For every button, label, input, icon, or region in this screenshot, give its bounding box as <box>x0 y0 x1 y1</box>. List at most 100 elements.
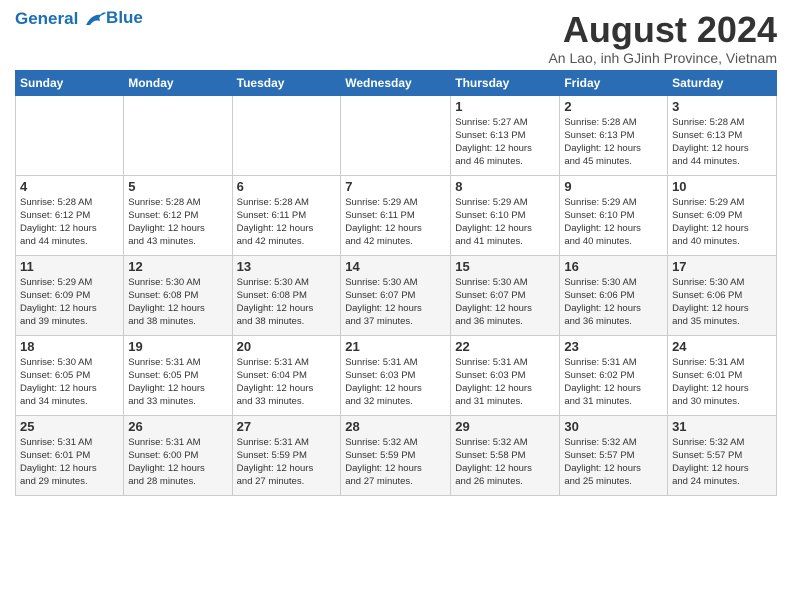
day-info: Sunrise: 5:29 AMSunset: 6:09 PMDaylight:… <box>20 276 119 329</box>
day-number: 21 <box>345 339 446 354</box>
calendar-cell <box>124 95 232 175</box>
day-info: Sunrise: 5:28 AMSunset: 6:12 PMDaylight:… <box>128 196 227 249</box>
day-info: Sunrise: 5:30 AMSunset: 6:08 PMDaylight:… <box>237 276 337 329</box>
day-info: Sunrise: 5:30 AMSunset: 6:05 PMDaylight:… <box>20 356 119 409</box>
logo-text: General Blue <box>15 10 143 29</box>
day-number: 15 <box>455 259 555 274</box>
day-number: 26 <box>128 419 227 434</box>
calendar-cell: 10Sunrise: 5:29 AMSunset: 6:09 PMDayligh… <box>668 175 777 255</box>
week-row-1: 1 Sunrise: 5:27 AMSunset: 6:13 PMDaylight… <box>16 95 777 175</box>
calendar-cell <box>16 95 124 175</box>
header-sunday: Sunday <box>16 70 124 95</box>
day-info: Sunrise: 5:31 AMSunset: 6:02 PMDaylight:… <box>564 356 663 409</box>
calendar-cell: 22 Sunrise: 5:31 AMSunset: 6:03 PMDayligh… <box>451 335 560 415</box>
calendar-cell: 12 Sunrise: 5:30 AMSunset: 6:08 PMDayligh… <box>124 255 232 335</box>
day-number: 23 <box>564 339 663 354</box>
day-info: Sunrise: 5:29 AMSunset: 6:11 PMDaylight:… <box>345 196 446 249</box>
calendar-cell: 28 Sunrise: 5:32 AMSunset: 5:59 PMDayligh… <box>341 415 451 495</box>
day-number: 1 <box>455 99 555 114</box>
calendar-cell: 9 Sunrise: 5:29 AMSunset: 6:10 PMDaylight… <box>560 175 668 255</box>
calendar-cell: 7 Sunrise: 5:29 AMSunset: 6:11 PMDaylight… <box>341 175 451 255</box>
calendar-cell: 5 Sunrise: 5:28 AMSunset: 6:12 PMDaylight… <box>124 175 232 255</box>
day-number: 6 <box>237 179 337 194</box>
day-info: Sunrise: 5:31 AMSunset: 6:00 PMDaylight:… <box>128 436 227 489</box>
page-container: General Blue August 2024 An Lao, inh GJi… <box>0 0 792 506</box>
day-info: Sunrise: 5:30 AMSunset: 6:06 PMDaylight:… <box>564 276 663 329</box>
day-info: Sunrise: 5:30 AMSunset: 6:08 PMDaylight:… <box>128 276 227 329</box>
calendar-cell: 2 Sunrise: 5:28 AMSunset: 6:13 PMDaylight… <box>560 95 668 175</box>
calendar-cell: 3Sunrise: 5:28 AMSunset: 6:13 PMDaylight… <box>668 95 777 175</box>
day-info: Sunrise: 5:32 AMSunset: 5:59 PMDaylight:… <box>345 436 446 489</box>
day-info: Sunrise: 5:32 AMSunset: 5:57 PMDaylight:… <box>564 436 663 489</box>
calendar-cell: 31 Sunrise: 5:32 AMSunset: 5:57 PMDayligh… <box>668 415 777 495</box>
day-info: Sunrise: 5:29 AMSunset: 6:09 PMDaylight:… <box>672 196 772 249</box>
day-info: Sunrise: 5:27 AMSunset: 6:13 PMDaylight:… <box>455 116 555 169</box>
week-row-4: 18Sunrise: 5:30 AMSunset: 6:05 PMDayligh… <box>16 335 777 415</box>
day-number: 30 <box>564 419 663 434</box>
month-title: August 2024 <box>548 10 777 50</box>
calendar-cell: 26 Sunrise: 5:31 AMSunset: 6:00 PMDayligh… <box>124 415 232 495</box>
calendar-table: Sunday Monday Tuesday Wednesday Thursday… <box>15 70 777 496</box>
day-info: Sunrise: 5:29 AMSunset: 6:10 PMDaylight:… <box>564 196 663 249</box>
day-number: 13 <box>237 259 337 274</box>
title-block: August 2024 An Lao, inh GJinh Province, … <box>548 10 777 66</box>
day-number: 2 <box>564 99 663 114</box>
header-saturday: Saturday <box>668 70 777 95</box>
header-wednesday: Wednesday <box>341 70 451 95</box>
logo-general: General <box>15 9 78 28</box>
logo: General Blue <box>15 10 143 29</box>
header-monday: Monday <box>124 70 232 95</box>
day-info: Sunrise: 5:30 AMSunset: 6:06 PMDaylight:… <box>672 276 772 329</box>
day-number: 16 <box>564 259 663 274</box>
day-info: Sunrise: 5:31 AMSunset: 6:01 PMDaylight:… <box>672 356 772 409</box>
week-row-5: 25Sunrise: 5:31 AMSunset: 6:01 PMDayligh… <box>16 415 777 495</box>
header-friday: Friday <box>560 70 668 95</box>
day-number: 7 <box>345 179 446 194</box>
header-tuesday: Tuesday <box>232 70 341 95</box>
calendar-cell <box>341 95 451 175</box>
calendar-cell: 18Sunrise: 5:30 AMSunset: 6:05 PMDayligh… <box>16 335 124 415</box>
calendar-cell: 30 Sunrise: 5:32 AMSunset: 5:57 PMDayligh… <box>560 415 668 495</box>
day-info: Sunrise: 5:30 AMSunset: 6:07 PMDaylight:… <box>345 276 446 329</box>
day-number: 8 <box>455 179 555 194</box>
calendar-cell: 17 Sunrise: 5:30 AMSunset: 6:06 PMDayligh… <box>668 255 777 335</box>
day-number: 25 <box>20 419 119 434</box>
weekday-header-row: Sunday Monday Tuesday Wednesday Thursday… <box>16 70 777 95</box>
page-header: General Blue August 2024 An Lao, inh GJi… <box>15 10 777 66</box>
day-number: 29 <box>455 419 555 434</box>
day-info: Sunrise: 5:31 AMSunset: 6:03 PMDaylight:… <box>455 356 555 409</box>
day-number: 5 <box>128 179 227 194</box>
logo-blue: Blue <box>106 9 143 28</box>
day-info: Sunrise: 5:32 AMSunset: 5:57 PMDaylight:… <box>672 436 772 489</box>
day-number: 24 <box>672 339 772 354</box>
day-info: Sunrise: 5:28 AMSunset: 6:12 PMDaylight:… <box>20 196 119 249</box>
day-info: Sunrise: 5:28 AMSunset: 6:13 PMDaylight:… <box>564 116 663 169</box>
day-number: 31 <box>672 419 772 434</box>
day-number: 22 <box>455 339 555 354</box>
calendar-cell: 27 Sunrise: 5:31 AMSunset: 5:59 PMDayligh… <box>232 415 341 495</box>
calendar-cell: 1 Sunrise: 5:27 AMSunset: 6:13 PMDaylight… <box>451 95 560 175</box>
day-number: 27 <box>237 419 337 434</box>
day-info: Sunrise: 5:31 AMSunset: 6:05 PMDaylight:… <box>128 356 227 409</box>
day-info: Sunrise: 5:31 AMSunset: 5:59 PMDaylight:… <box>237 436 337 489</box>
calendar-cell: 13 Sunrise: 5:30 AMSunset: 6:08 PMDayligh… <box>232 255 341 335</box>
day-number: 4 <box>20 179 119 194</box>
calendar-cell: 15Sunrise: 5:30 AMSunset: 6:07 PMDayligh… <box>451 255 560 335</box>
calendar-cell: 4 Sunrise: 5:28 AMSunset: 6:12 PMDaylight… <box>16 175 124 255</box>
calendar-cell: 8 Sunrise: 5:29 AMSunset: 6:10 PMDaylight… <box>451 175 560 255</box>
day-number: 3 <box>672 99 772 114</box>
day-info: Sunrise: 5:32 AMSunset: 5:58 PMDaylight:… <box>455 436 555 489</box>
day-number: 17 <box>672 259 772 274</box>
calendar-cell: 23 Sunrise: 5:31 AMSunset: 6:02 PMDayligh… <box>560 335 668 415</box>
day-info: Sunrise: 5:29 AMSunset: 6:10 PMDaylight:… <box>455 196 555 249</box>
day-number: 20 <box>237 339 337 354</box>
day-number: 9 <box>564 179 663 194</box>
day-number: 12 <box>128 259 227 274</box>
calendar-cell: 16 Sunrise: 5:30 AMSunset: 6:06 PMDayligh… <box>560 255 668 335</box>
day-info: Sunrise: 5:28 AMSunset: 6:11 PMDaylight:… <box>237 196 337 249</box>
calendar-cell: 11Sunrise: 5:29 AMSunset: 6:09 PMDayligh… <box>16 255 124 335</box>
week-row-2: 4 Sunrise: 5:28 AMSunset: 6:12 PMDaylight… <box>16 175 777 255</box>
day-number: 28 <box>345 419 446 434</box>
header-thursday: Thursday <box>451 70 560 95</box>
calendar-cell: 25Sunrise: 5:31 AMSunset: 6:01 PMDayligh… <box>16 415 124 495</box>
